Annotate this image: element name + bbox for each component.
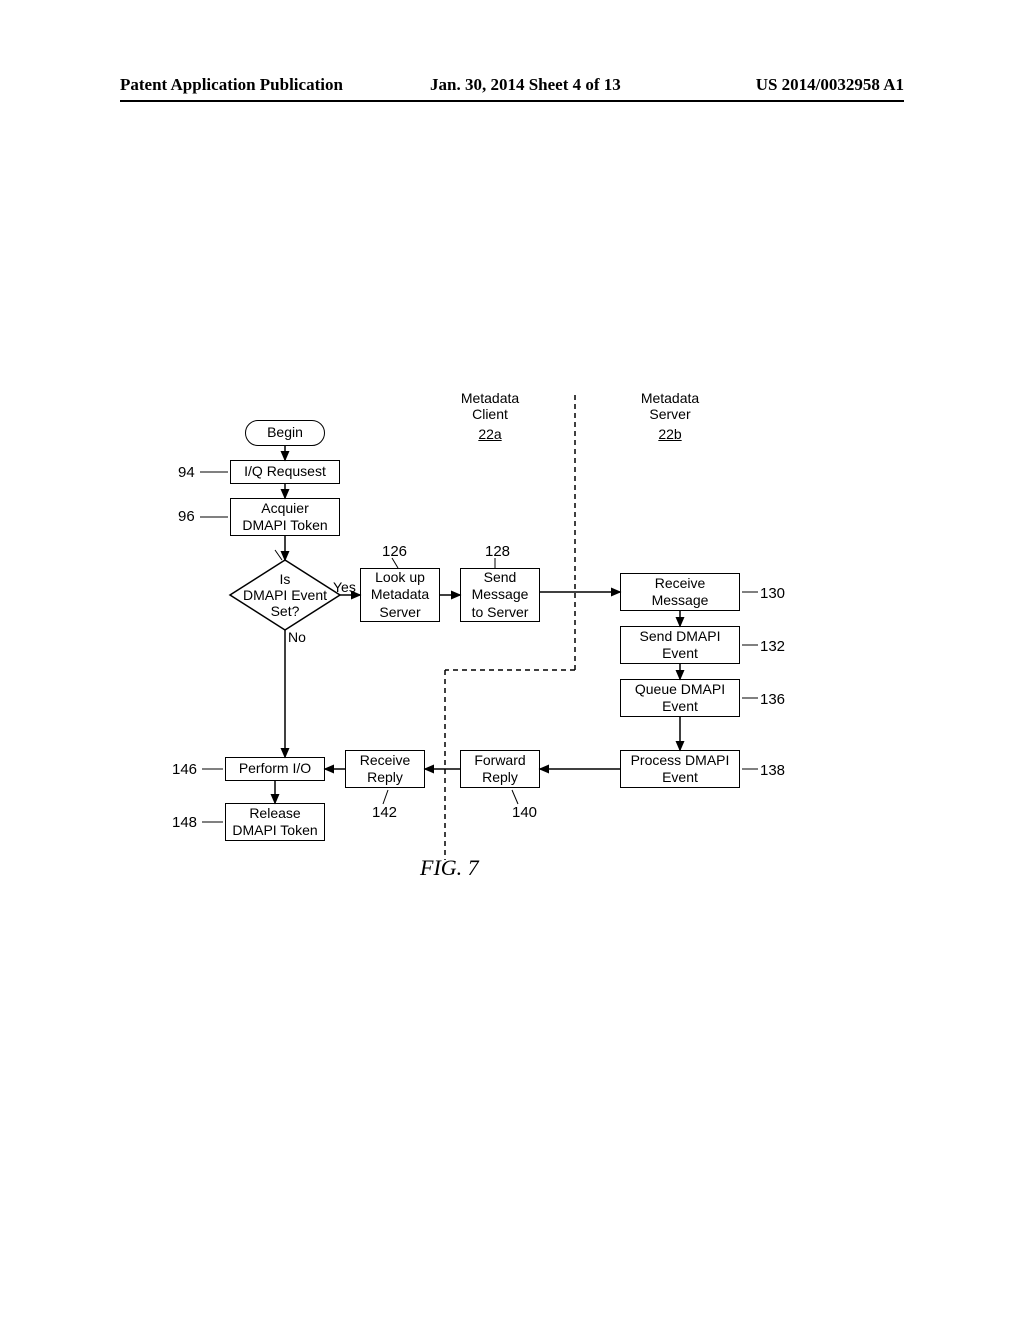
decision-line3: Set? xyxy=(271,603,300,619)
decision-line1: Is xyxy=(280,571,291,587)
header-left: Patent Application Publication xyxy=(120,75,343,95)
header-right: US 2014/0032958 A1 xyxy=(756,75,904,95)
decision-line2: DMAPI Event xyxy=(243,587,327,603)
figure-caption: FIG. 7 xyxy=(420,855,479,881)
header-center: Jan. 30, 2014 Sheet 4 of 13 xyxy=(430,75,621,95)
header-divider xyxy=(120,100,904,102)
flowchart-diagram: MetadataClient 22a MetadataServer 22b Be… xyxy=(160,390,880,900)
connectors: Is DMAPI Event Set? xyxy=(160,390,880,900)
